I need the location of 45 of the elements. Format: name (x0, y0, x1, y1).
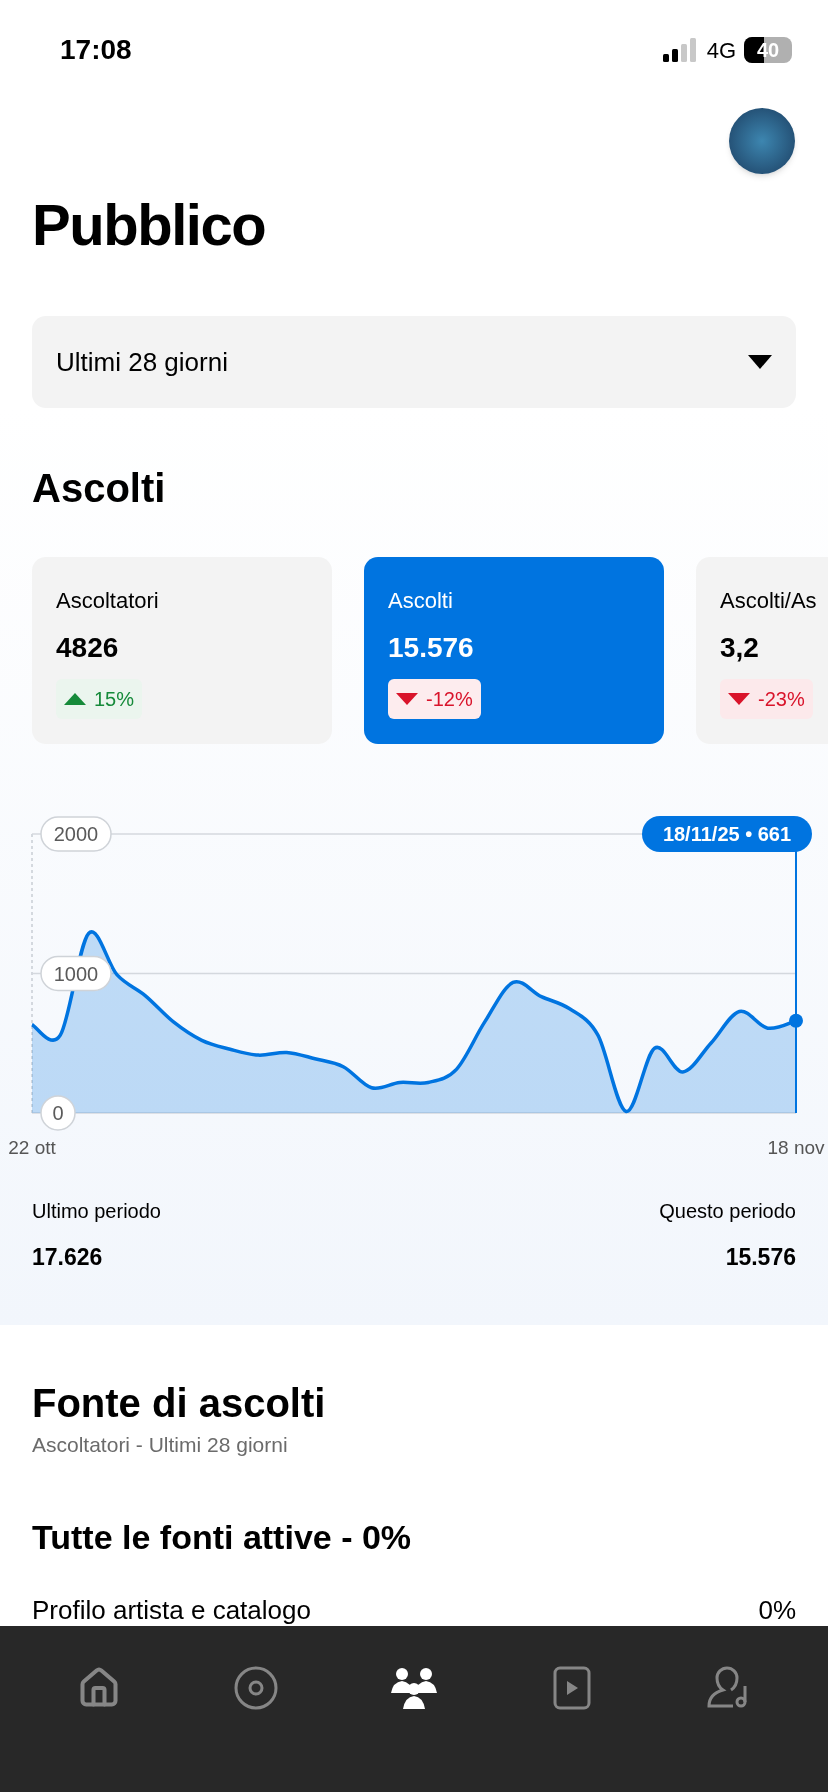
y-tick-label: 1000 (53, 962, 99, 985)
value-tooltip: 18/11/25 • 661 (642, 816, 812, 852)
x-tick-label: 22 ott (8, 1137, 56, 1158)
current-period-value: 15.576 (725, 1243, 796, 1272)
previous-period-value: 17.626 (32, 1243, 104, 1272)
data-point (789, 1013, 803, 1028)
play-icon (552, 1666, 591, 1710)
change-badge: 15% (56, 679, 143, 719)
metric-label: Ascoltatori (56, 587, 160, 615)
x-tick-label: 18 nov (767, 1137, 825, 1158)
metric-card[interactable]: Ascolti 15.576 -12% (364, 557, 664, 744)
metric-label: Ascolti/As (720, 587, 818, 615)
up-triangle-icon (64, 693, 86, 705)
section-heading: Fonte di ascolti (32, 1379, 327, 1427)
section-subtitle: Ascoltatori - Ultimi 28 giorni (32, 1431, 289, 1458)
disc-icon (234, 1666, 279, 1710)
current-period-label: Questo periodo (659, 1199, 796, 1224)
metric-value: 3,2 (720, 631, 760, 665)
signal-icon (662, 38, 699, 62)
down-triangle-icon (396, 693, 418, 705)
period-dropdown[interactable]: Ultimi 28 giorni (32, 316, 796, 408)
change-badge: -12% (388, 679, 481, 719)
metric-value: 15.576 (388, 631, 475, 665)
y-tick-label: 0 (40, 1095, 76, 1131)
source-value: 0% (758, 1594, 796, 1626)
change-badge: -23% (720, 679, 813, 719)
people-group-icon (390, 1666, 438, 1710)
sources-summary: Tutte le fonti attive - 0% (32, 1517, 413, 1558)
source-label: Profilo artista e catalogo (32, 1594, 311, 1626)
network-label: 4G (706, 36, 736, 65)
y-tick-label: 1000 (40, 955, 112, 992)
down-triangle-icon (728, 693, 750, 705)
metric-value: 4826 (56, 631, 120, 665)
avatar[interactable] (729, 108, 795, 174)
metric-card[interactable]: Ascolti/As 3,2 -23% (696, 557, 828, 744)
y-tick-label: 0 (52, 1102, 64, 1124)
caret-icon (748, 355, 772, 369)
y-tick-label: 2000 (40, 816, 112, 852)
y-tick-label: 2000 (53, 823, 99, 845)
previous-period-label: Ultimo periodo (32, 1199, 161, 1224)
metric-card[interactable]: Ascoltatori 4826 15% (32, 557, 332, 744)
metric-label: Ascolti (388, 587, 454, 615)
page-title: Pubblico (31, 195, 267, 255)
status-time: 17:08 (60, 33, 132, 67)
section-heading: Ascolti (31, 465, 167, 512)
